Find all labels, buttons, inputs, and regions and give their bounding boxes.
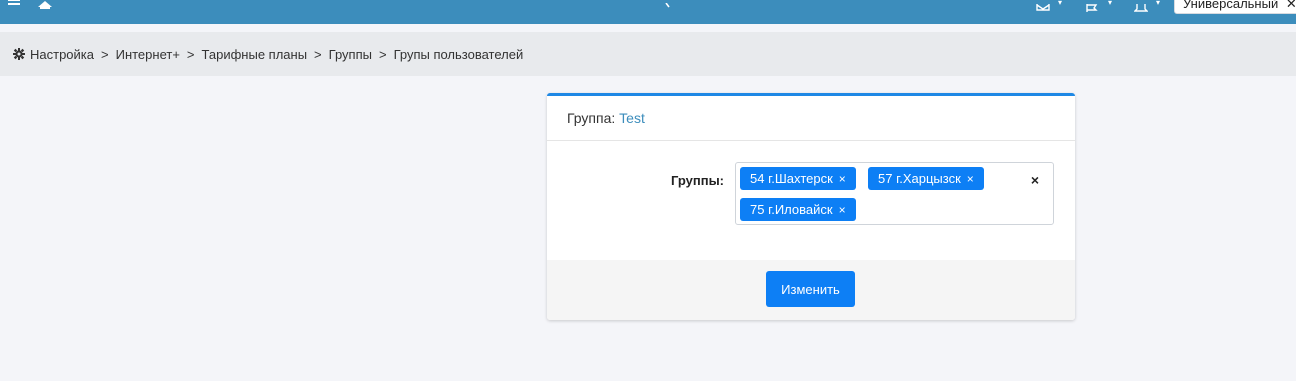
clear-selection-icon[interactable]: × (1031, 173, 1039, 187)
groups-field-label: Группы: (670, 173, 724, 188)
spacer (0, 24, 1296, 32)
groups-multiselect[interactable]: 54 г.Шахтерск × 57 г.Харцызск × 75 г.Илова… (735, 162, 1054, 225)
tag-label: 54 г.Шахтерск (750, 171, 833, 186)
tag-remove-icon[interactable]: × (839, 172, 846, 186)
breadcrumb-item-groups[interactable]: Группы (329, 47, 372, 62)
breadcrumb-separator: > (314, 46, 322, 62)
tag-label: 75 г.Иловайск (750, 202, 833, 217)
flag-icon[interactable] (1086, 0, 1098, 12)
breadcrumb-separator: > (101, 46, 109, 62)
card-header-label: Группа: (567, 110, 616, 126)
bell-caret-icon[interactable]: ▾ (1156, 0, 1160, 7)
gear-icon (13, 48, 25, 60)
selected-tag: 54 г.Шахтерск × (740, 167, 856, 190)
breadcrumb-separator: > (186, 46, 195, 62)
breadcrumb: Настройка > Интернет+ > Тарифные планы >… (0, 32, 1296, 76)
mode-select-value: Универсальный (1183, 0, 1279, 11)
search-icon[interactable] (660, 0, 670, 8)
home-icon[interactable] (38, 0, 52, 9)
tag-remove-icon[interactable]: × (839, 203, 846, 217)
mode-select[interactable]: Универсальный ✕ (1174, 0, 1296, 14)
selected-tag: 57 г.Харцызск × (868, 167, 984, 190)
mode-select-clear-icon[interactable]: ✕ (1286, 0, 1296, 11)
group-name: Test (619, 110, 645, 126)
flag-caret-icon[interactable]: ▾ (1108, 0, 1112, 7)
selected-tag: 75 г.Иловайск × (740, 198, 856, 221)
breadcrumb-item-tariff-plans[interactable]: Тарифные планы (202, 47, 308, 62)
mail-icon[interactable] (1036, 0, 1050, 11)
card-footer: Изменить (547, 260, 1075, 320)
mail-caret-icon[interactable]: ▾ (1058, 0, 1062, 7)
card-header: Группа: Test (547, 96, 1075, 141)
submit-button[interactable]: Изменить (766, 271, 855, 307)
card-body: Группы: 54 г.Шахтерск × 57 г.Харцызск × 75… (547, 141, 1075, 260)
menu-toggle-icon[interactable] (8, 0, 22, 7)
tag-remove-icon[interactable]: × (967, 172, 974, 186)
breadcrumb-item-settings[interactable]: Настройка (30, 47, 94, 62)
tag-label: 57 г.Харцызск (878, 171, 961, 186)
breadcrumb-item-internet[interactable]: Интернет+ (116, 47, 180, 62)
breadcrumb-separator: > (378, 46, 387, 62)
bell-icon[interactable] (1133, 0, 1149, 12)
top-navbar: ▾ ▾ ▾ Универсальный ✕ (0, 0, 1296, 24)
breadcrumb-item-user-groups: Групы пользователей (393, 46, 524, 62)
group-edit-card: Группа: Test Группы: 54 г.Шахтерск × 57 г… (547, 93, 1075, 320)
